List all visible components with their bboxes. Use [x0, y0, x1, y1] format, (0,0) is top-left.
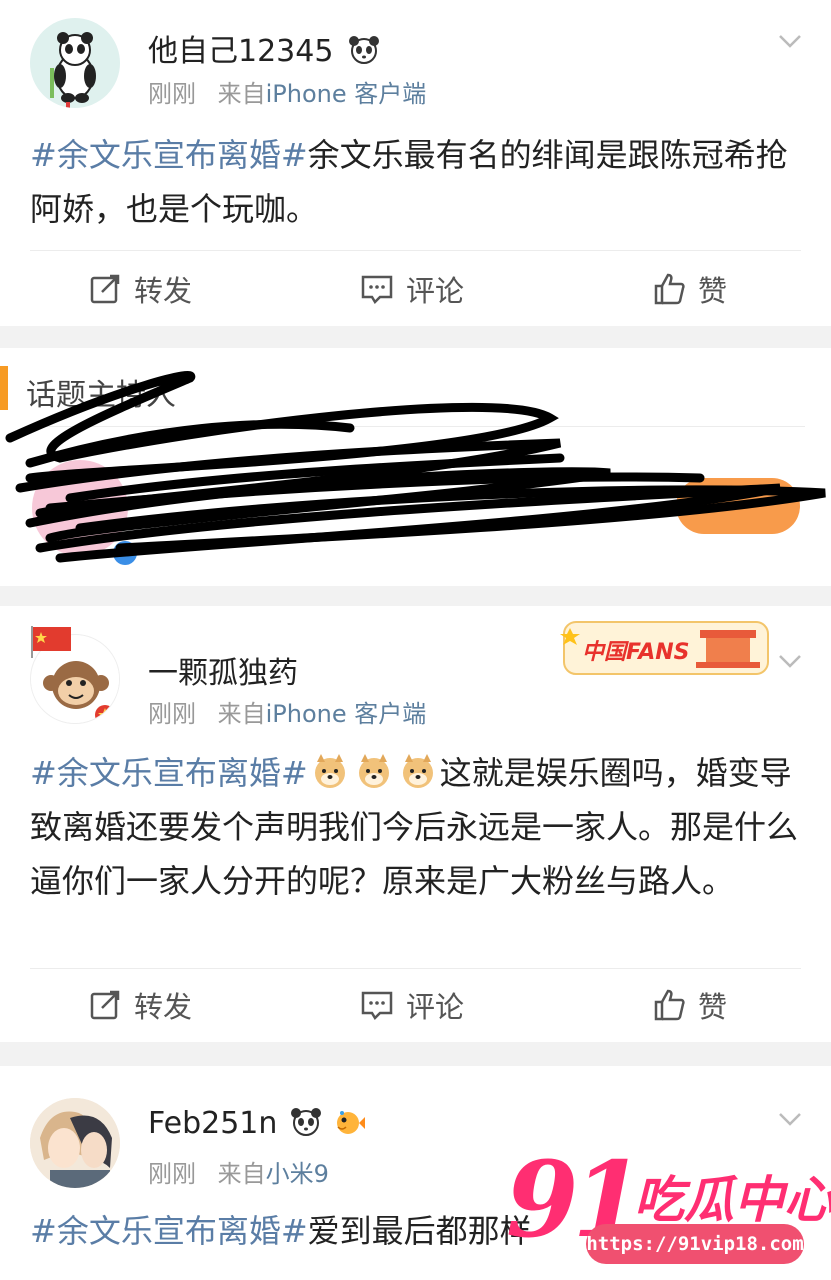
panda-badge-icon	[348, 36, 379, 64]
china-flag-icon	[31, 626, 71, 658]
like-button[interactable]: 赞	[652, 975, 727, 1035]
panda-badge-icon	[290, 1108, 321, 1136]
action-bar: 转发 评论 赞	[0, 975, 831, 1035]
post-meta: 刚刚 来自iPhone 客户端	[148, 80, 427, 108]
avatar[interactable]	[30, 1098, 120, 1188]
redaction-scribble	[5, 371, 826, 565]
anime-avatar-icon	[30, 1098, 120, 1188]
post-text: #余文乐宣布离婚#余文乐最有名的绯闻是跟陈冠希抢阿娇，也是个玩咖。	[30, 136, 788, 228]
avatar[interactable]	[30, 18, 120, 108]
divider	[30, 968, 801, 969]
thumbs-up-icon	[654, 273, 685, 305]
thumbs-up-icon	[654, 989, 685, 1021]
post-meta: 刚刚 来自iPhone 客户端	[148, 700, 427, 728]
repost-button[interactable]: 转发	[88, 259, 192, 319]
username[interactable]: 一颗孤独药	[148, 648, 298, 692]
topic-host-card: 话题主持人	[0, 348, 831, 586]
watermark-url: https://91vip18.com	[586, 1224, 804, 1264]
post-card: 一颗孤独药 刚刚 来自iPhone 客户端 中国FANS #余文乐宣布离婚# 这就…	[0, 606, 831, 1042]
action-bar: 转发 评论 赞	[0, 259, 831, 319]
repost-icon	[90, 274, 120, 304]
username[interactable]: 他自己12345	[148, 26, 381, 70]
repost-button[interactable]: 转发	[88, 975, 192, 1035]
post-source[interactable]: iPhone 客户端	[266, 80, 427, 108]
doge-emoji-icon	[358, 754, 389, 788]
chevron-down-icon[interactable]	[777, 28, 803, 54]
divider	[30, 250, 801, 251]
panda-avatar-icon	[30, 18, 120, 108]
china-fans-badge[interactable]: 中国FANS	[560, 616, 772, 680]
username[interactable]: Feb251n	[148, 1106, 366, 1141]
post-meta: 刚刚 来自小米9	[148, 1160, 329, 1188]
hashtag-link[interactable]: #余文乐宣布离婚#	[30, 1212, 308, 1250]
hashtag-link[interactable]: #余文乐宣布离婚#	[30, 754, 308, 792]
post-source[interactable]: 小米9	[266, 1160, 329, 1188]
pufferfish-badge-icon	[337, 1111, 366, 1134]
comment-button[interactable]: 评论	[360, 975, 464, 1035]
chevron-down-icon[interactable]	[777, 1106, 803, 1132]
like-button[interactable]: 赞	[652, 259, 727, 319]
hashtag-link[interactable]: #余文乐宣布离婚#	[30, 136, 308, 174]
comment-icon	[361, 275, 393, 305]
repost-icon	[90, 990, 120, 1020]
post-text: #余文乐宣布离婚# 这就是娱乐圈吗，婚变导致离婚还要发个声明我们今后永远是一家人。…	[30, 754, 799, 900]
site-watermark: 91 吃瓜中心 https://91vip18.com	[506, 1140, 831, 1280]
post-source[interactable]: iPhone 客户端	[266, 700, 427, 728]
comment-button[interactable]: 评论	[360, 259, 464, 319]
watermark-title: 吃瓜中心	[634, 1171, 831, 1229]
doge-emoji-icon	[402, 754, 433, 788]
doge-emoji-icon	[314, 754, 345, 788]
comment-icon	[361, 991, 393, 1021]
chevron-down-icon[interactable]	[777, 648, 803, 674]
post-card: 他自己12345 刚刚 来自iPhone 客户端 #余文乐宣布离婚#余文乐最有名…	[0, 0, 831, 326]
